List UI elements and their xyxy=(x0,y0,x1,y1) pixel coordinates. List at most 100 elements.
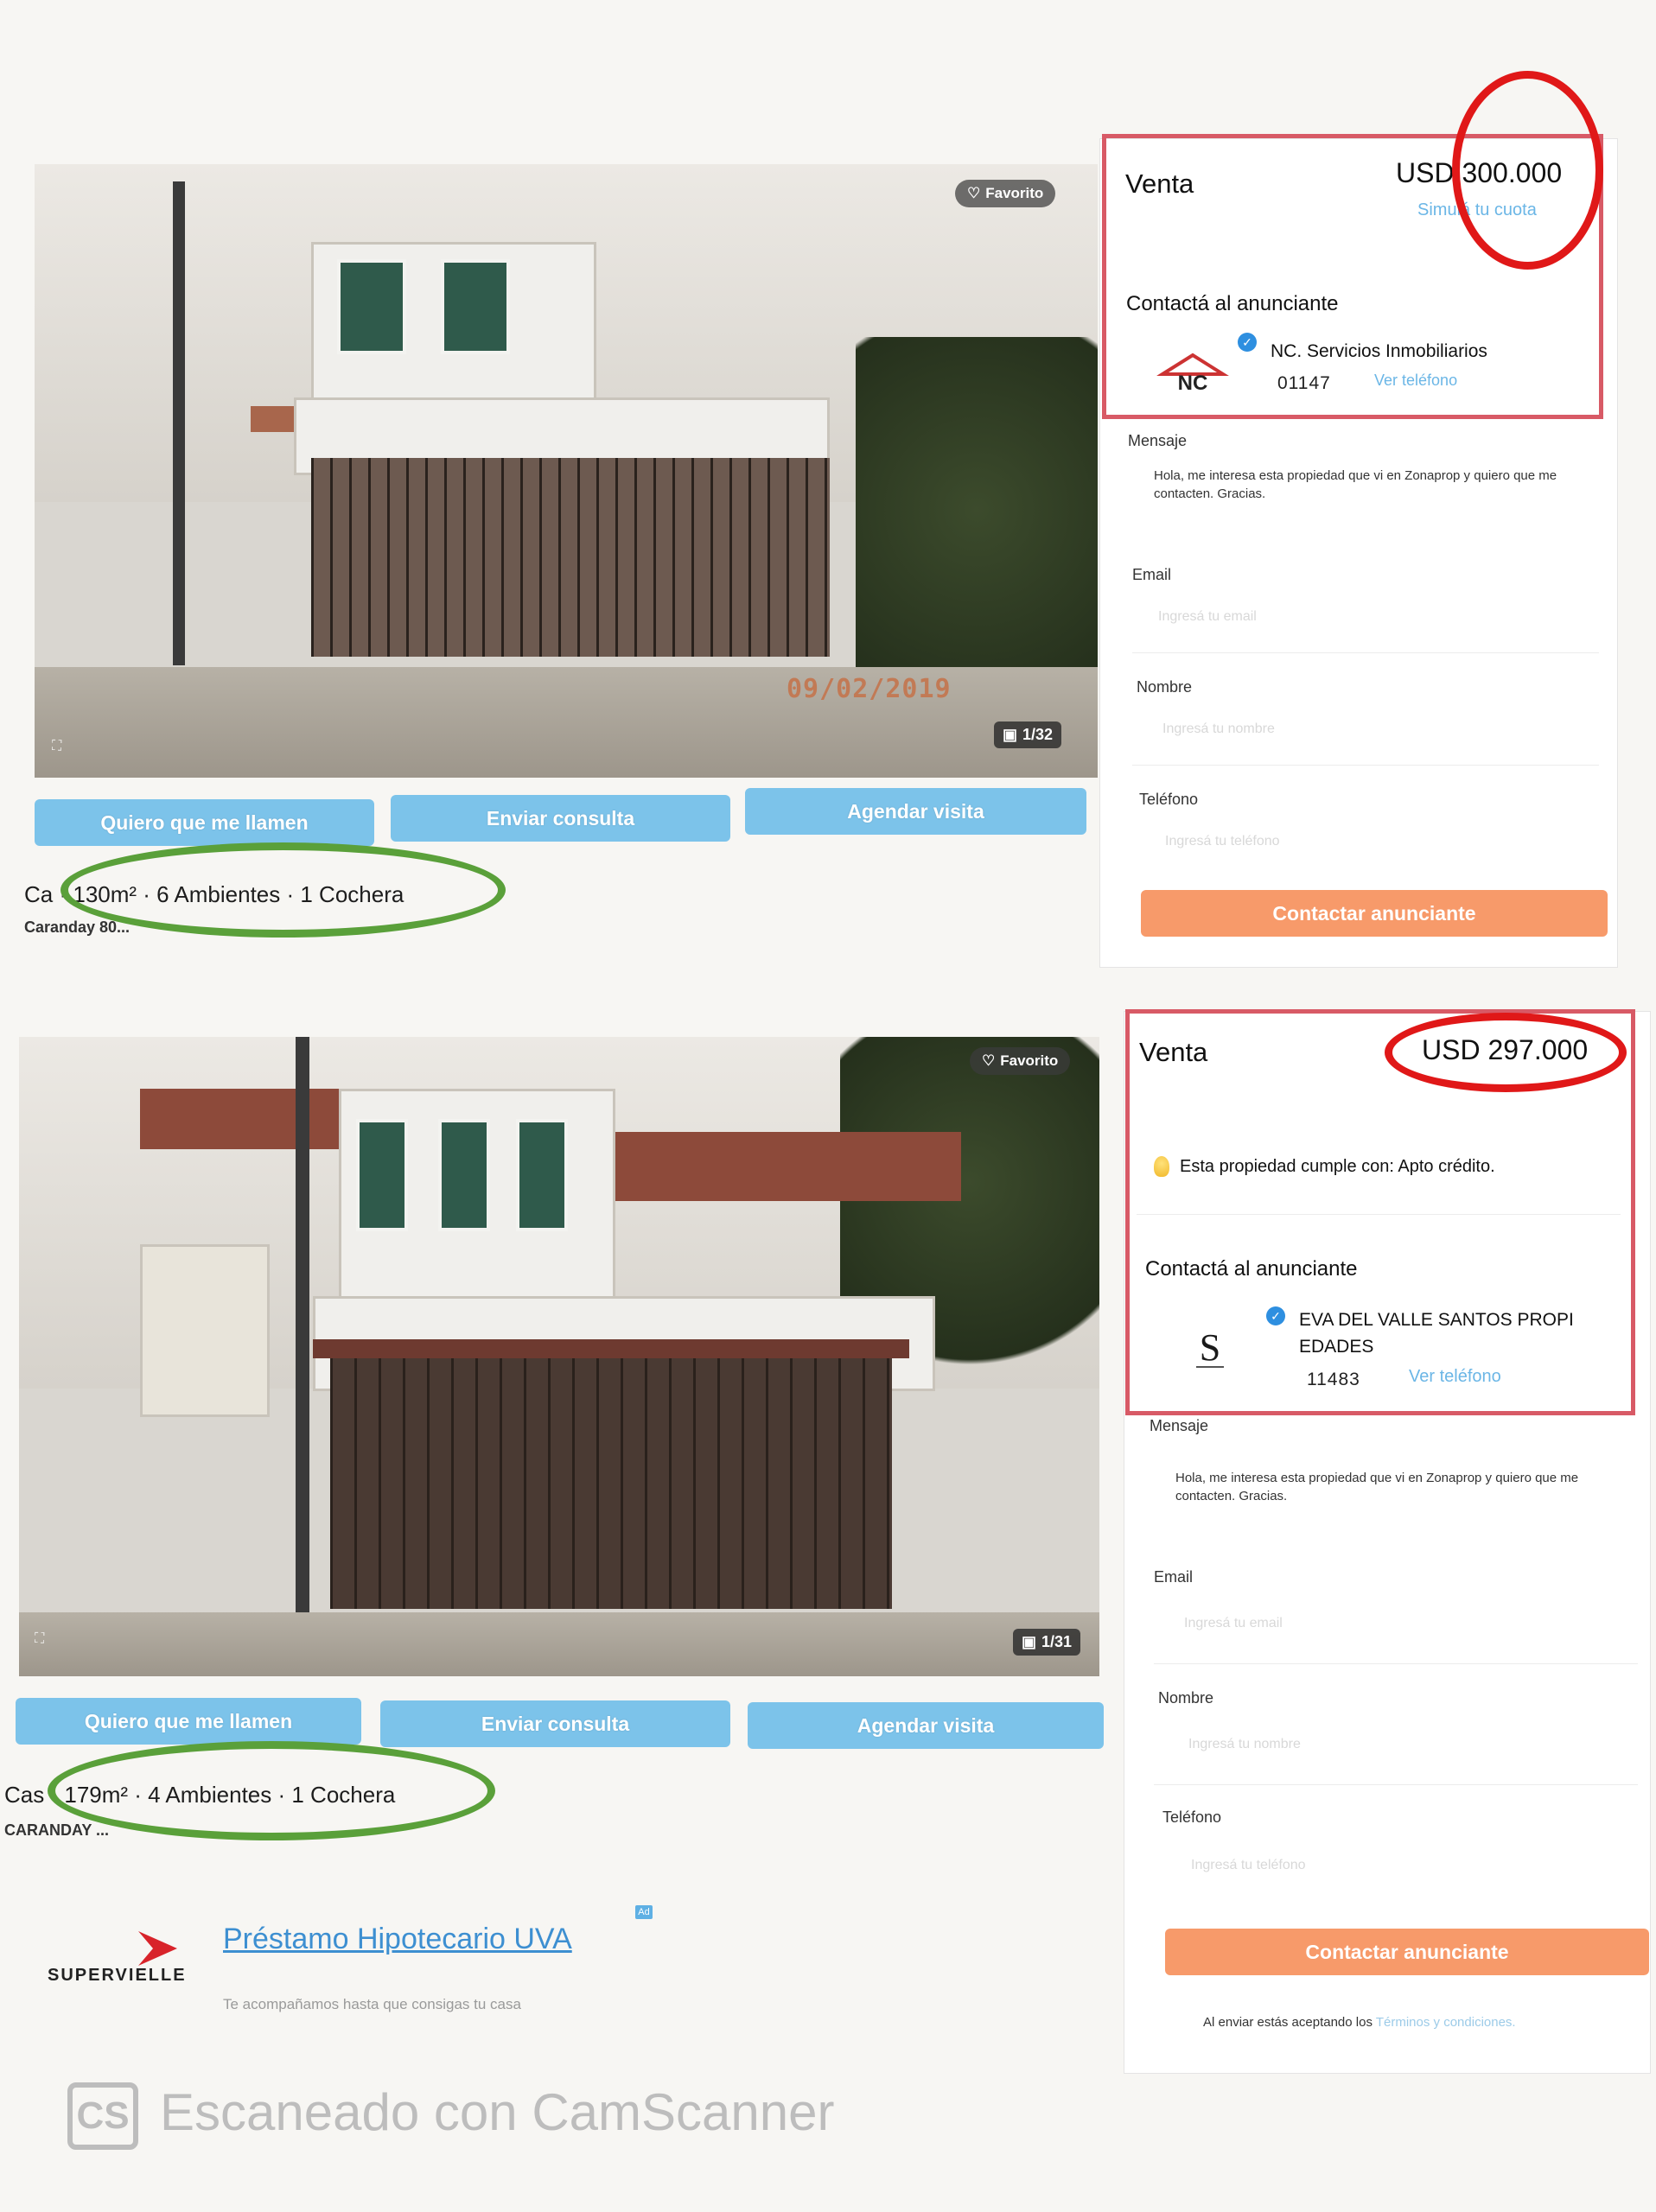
message-textarea[interactable]: Hola, me interesa esta propiedad que vi … xyxy=(1154,467,1569,503)
phone-input[interactable]: Ingresá tu teléfono xyxy=(1165,834,1280,849)
photo-count: 1/32 xyxy=(1022,726,1054,743)
agency-s-logo-icon: S xyxy=(1196,1326,1224,1369)
price-highlight xyxy=(1452,71,1603,270)
photo-window xyxy=(438,1119,490,1231)
photo-date-stamp: 09/02/2019 xyxy=(787,674,952,704)
photo-garage-awning xyxy=(313,1339,909,1358)
photo-pole xyxy=(173,181,185,665)
phone-label: Teléfono xyxy=(1162,1808,1222,1826)
ad-title-link[interactable]: Préstamo Hipotecario UVA xyxy=(223,1923,572,1956)
expand-icon: ⛶ xyxy=(35,1631,45,1646)
credit-eligibility-text: Esta propiedad cumple con: Apto crédito. xyxy=(1180,1156,1495,1176)
camscanner-logo: CS xyxy=(67,2082,138,2150)
agency-logo: NC xyxy=(1150,346,1236,397)
ad-choices-icon[interactable]: Ad xyxy=(635,1905,653,1919)
terms-prefix: Al enviar estás aceptando los xyxy=(1203,2015,1373,2030)
features-highlight xyxy=(48,1741,495,1840)
schedule-visit-button[interactable]: Agendar visita xyxy=(745,788,1086,835)
photo-pole xyxy=(296,1037,309,1642)
email-input[interactable]: Ingresá tu email xyxy=(1184,1616,1283,1631)
call-me-button[interactable]: Quiero que me llamen xyxy=(16,1698,361,1745)
send-query-button[interactable]: Enviar consulta xyxy=(391,795,730,842)
contact-advertiser-button[interactable]: Contactar anunciante xyxy=(1165,1929,1649,1975)
contact-advertiser-button[interactable]: Contactar anunciante xyxy=(1141,890,1608,937)
section-divider xyxy=(1137,1214,1621,1215)
field-divider xyxy=(1154,1663,1638,1664)
agency-logo: S xyxy=(1175,1318,1245,1378)
email-input[interactable]: Ingresá tu email xyxy=(1158,609,1257,625)
photo-gate xyxy=(330,1358,892,1609)
verified-icon: ✓ xyxy=(1266,1306,1285,1325)
svg-text:NC: NC xyxy=(1178,372,1208,395)
photo-count: 1/31 xyxy=(1041,1633,1073,1650)
name-label: Nombre xyxy=(1137,678,1193,696)
lightbulb-icon xyxy=(1154,1156,1169,1177)
listing-address[interactable]: Caranday 80... xyxy=(24,918,130,937)
favorite-button[interactable]: ♡ Favorito xyxy=(955,180,1056,207)
message-label: Mensaje xyxy=(1128,432,1188,449)
expand-button[interactable]: ⛶ xyxy=(52,739,61,754)
house-logo-icon: NC xyxy=(1156,353,1229,395)
camera-icon: ▣ xyxy=(1022,1633,1037,1650)
show-phone-link[interactable]: Ver teléfono xyxy=(1374,372,1457,390)
heart-icon: ♡ xyxy=(982,1052,996,1069)
expand-button[interactable]: ⛶ xyxy=(35,1631,44,1647)
expand-icon: ⛶ xyxy=(52,739,62,753)
field-divider xyxy=(1154,1784,1638,1785)
ad-subtitle: Te acompañamos hasta que consigas tu cas… xyxy=(223,1996,521,2012)
photo-count-badge: ▣ 1/31 xyxy=(1013,1629,1081,1656)
heart-icon: ♡ xyxy=(967,185,981,201)
agency-name-line-2: EDADES xyxy=(1299,1337,1374,1357)
property-type: Cas xyxy=(4,1782,45,1808)
contact-heading: Contactá al anunciante xyxy=(1145,1257,1358,1281)
email-label: Email xyxy=(1132,566,1172,583)
message-textarea[interactable]: Hola, me interesa esta propiedad que vi … xyxy=(1175,1469,1608,1505)
photo-window xyxy=(441,259,510,354)
favorite-button[interactable]: ♡ Favorito xyxy=(970,1047,1071,1075)
schedule-visit-button[interactable]: Agendar visita xyxy=(748,1702,1104,1749)
photo-gate xyxy=(311,458,830,657)
ad-brand: SUPERVIELLE xyxy=(48,1966,187,1985)
property-type: Ca xyxy=(24,881,54,907)
name-label: Nombre xyxy=(1158,1689,1214,1707)
message-label: Mensaje xyxy=(1150,1417,1209,1434)
listing-photo[interactable]: 09/02/2019 ♡ Favorito ▣ 1/32 ⛶ xyxy=(35,164,1098,778)
camscanner-text: Escaneado con CamScanner xyxy=(160,2083,835,2141)
name-input[interactable]: Ingresá tu nombre xyxy=(1188,1737,1301,1752)
features-highlight xyxy=(61,842,506,938)
listing-photo[interactable]: ♡ Favorito ▣ 1/31 ⛶ xyxy=(19,1037,1099,1676)
field-divider xyxy=(1132,652,1599,653)
phone-input[interactable]: Ingresá tu teléfono xyxy=(1191,1858,1306,1873)
svg-text:S: S xyxy=(1200,1326,1220,1369)
camera-icon: ▣ xyxy=(1003,726,1018,743)
supervielle-logo-icon xyxy=(138,1931,177,1966)
call-me-button[interactable]: Quiero que me llamen xyxy=(35,799,374,846)
listing-address[interactable]: CARANDAY ... xyxy=(4,1821,109,1840)
email-label: Email xyxy=(1154,1568,1194,1586)
favorite-label: Favorito xyxy=(1000,1052,1059,1069)
operation-type: Venta xyxy=(1125,168,1194,199)
show-phone-link[interactable]: Ver teléfono xyxy=(1409,1367,1501,1387)
credit-eligibility-notice: Esta propiedad cumple con: Apto crédito. xyxy=(1154,1156,1495,1177)
photo-ground xyxy=(19,1612,1099,1676)
photo-window xyxy=(356,1119,408,1231)
verified-icon: ✓ xyxy=(1238,333,1257,352)
agency-name[interactable]: NC. Servicios Inmobiliarios xyxy=(1271,341,1487,362)
favorite-label: Favorito xyxy=(985,185,1044,201)
agency-phone: 11483 xyxy=(1307,1370,1360,1389)
operation-type: Venta xyxy=(1139,1037,1208,1067)
photo-balcony xyxy=(140,1244,270,1417)
phone-label: Teléfono xyxy=(1139,791,1199,808)
agency-name-line-1: EVA DEL VALLE SANTOS PROPI xyxy=(1299,1310,1574,1330)
agency-name[interactable]: EVA DEL VALLE SANTOS PROPI EDADES xyxy=(1299,1306,1627,1360)
send-query-button[interactable]: Enviar consulta xyxy=(380,1700,730,1747)
terms-link[interactable]: Términos y condiciones. xyxy=(1376,2015,1516,2030)
photo-roof xyxy=(589,1132,961,1201)
field-divider xyxy=(1132,765,1599,766)
photo-count-badge: ▣ 1/32 xyxy=(994,721,1062,748)
price-highlight xyxy=(1385,1013,1627,1092)
contact-heading: Contactá al anunciante xyxy=(1126,292,1339,315)
name-input[interactable]: Ingresá tu nombre xyxy=(1162,721,1275,737)
terms-notice: Al enviar estás aceptando los Términos y… xyxy=(1203,2015,1516,2030)
agency-phone: 01147 xyxy=(1277,373,1331,393)
